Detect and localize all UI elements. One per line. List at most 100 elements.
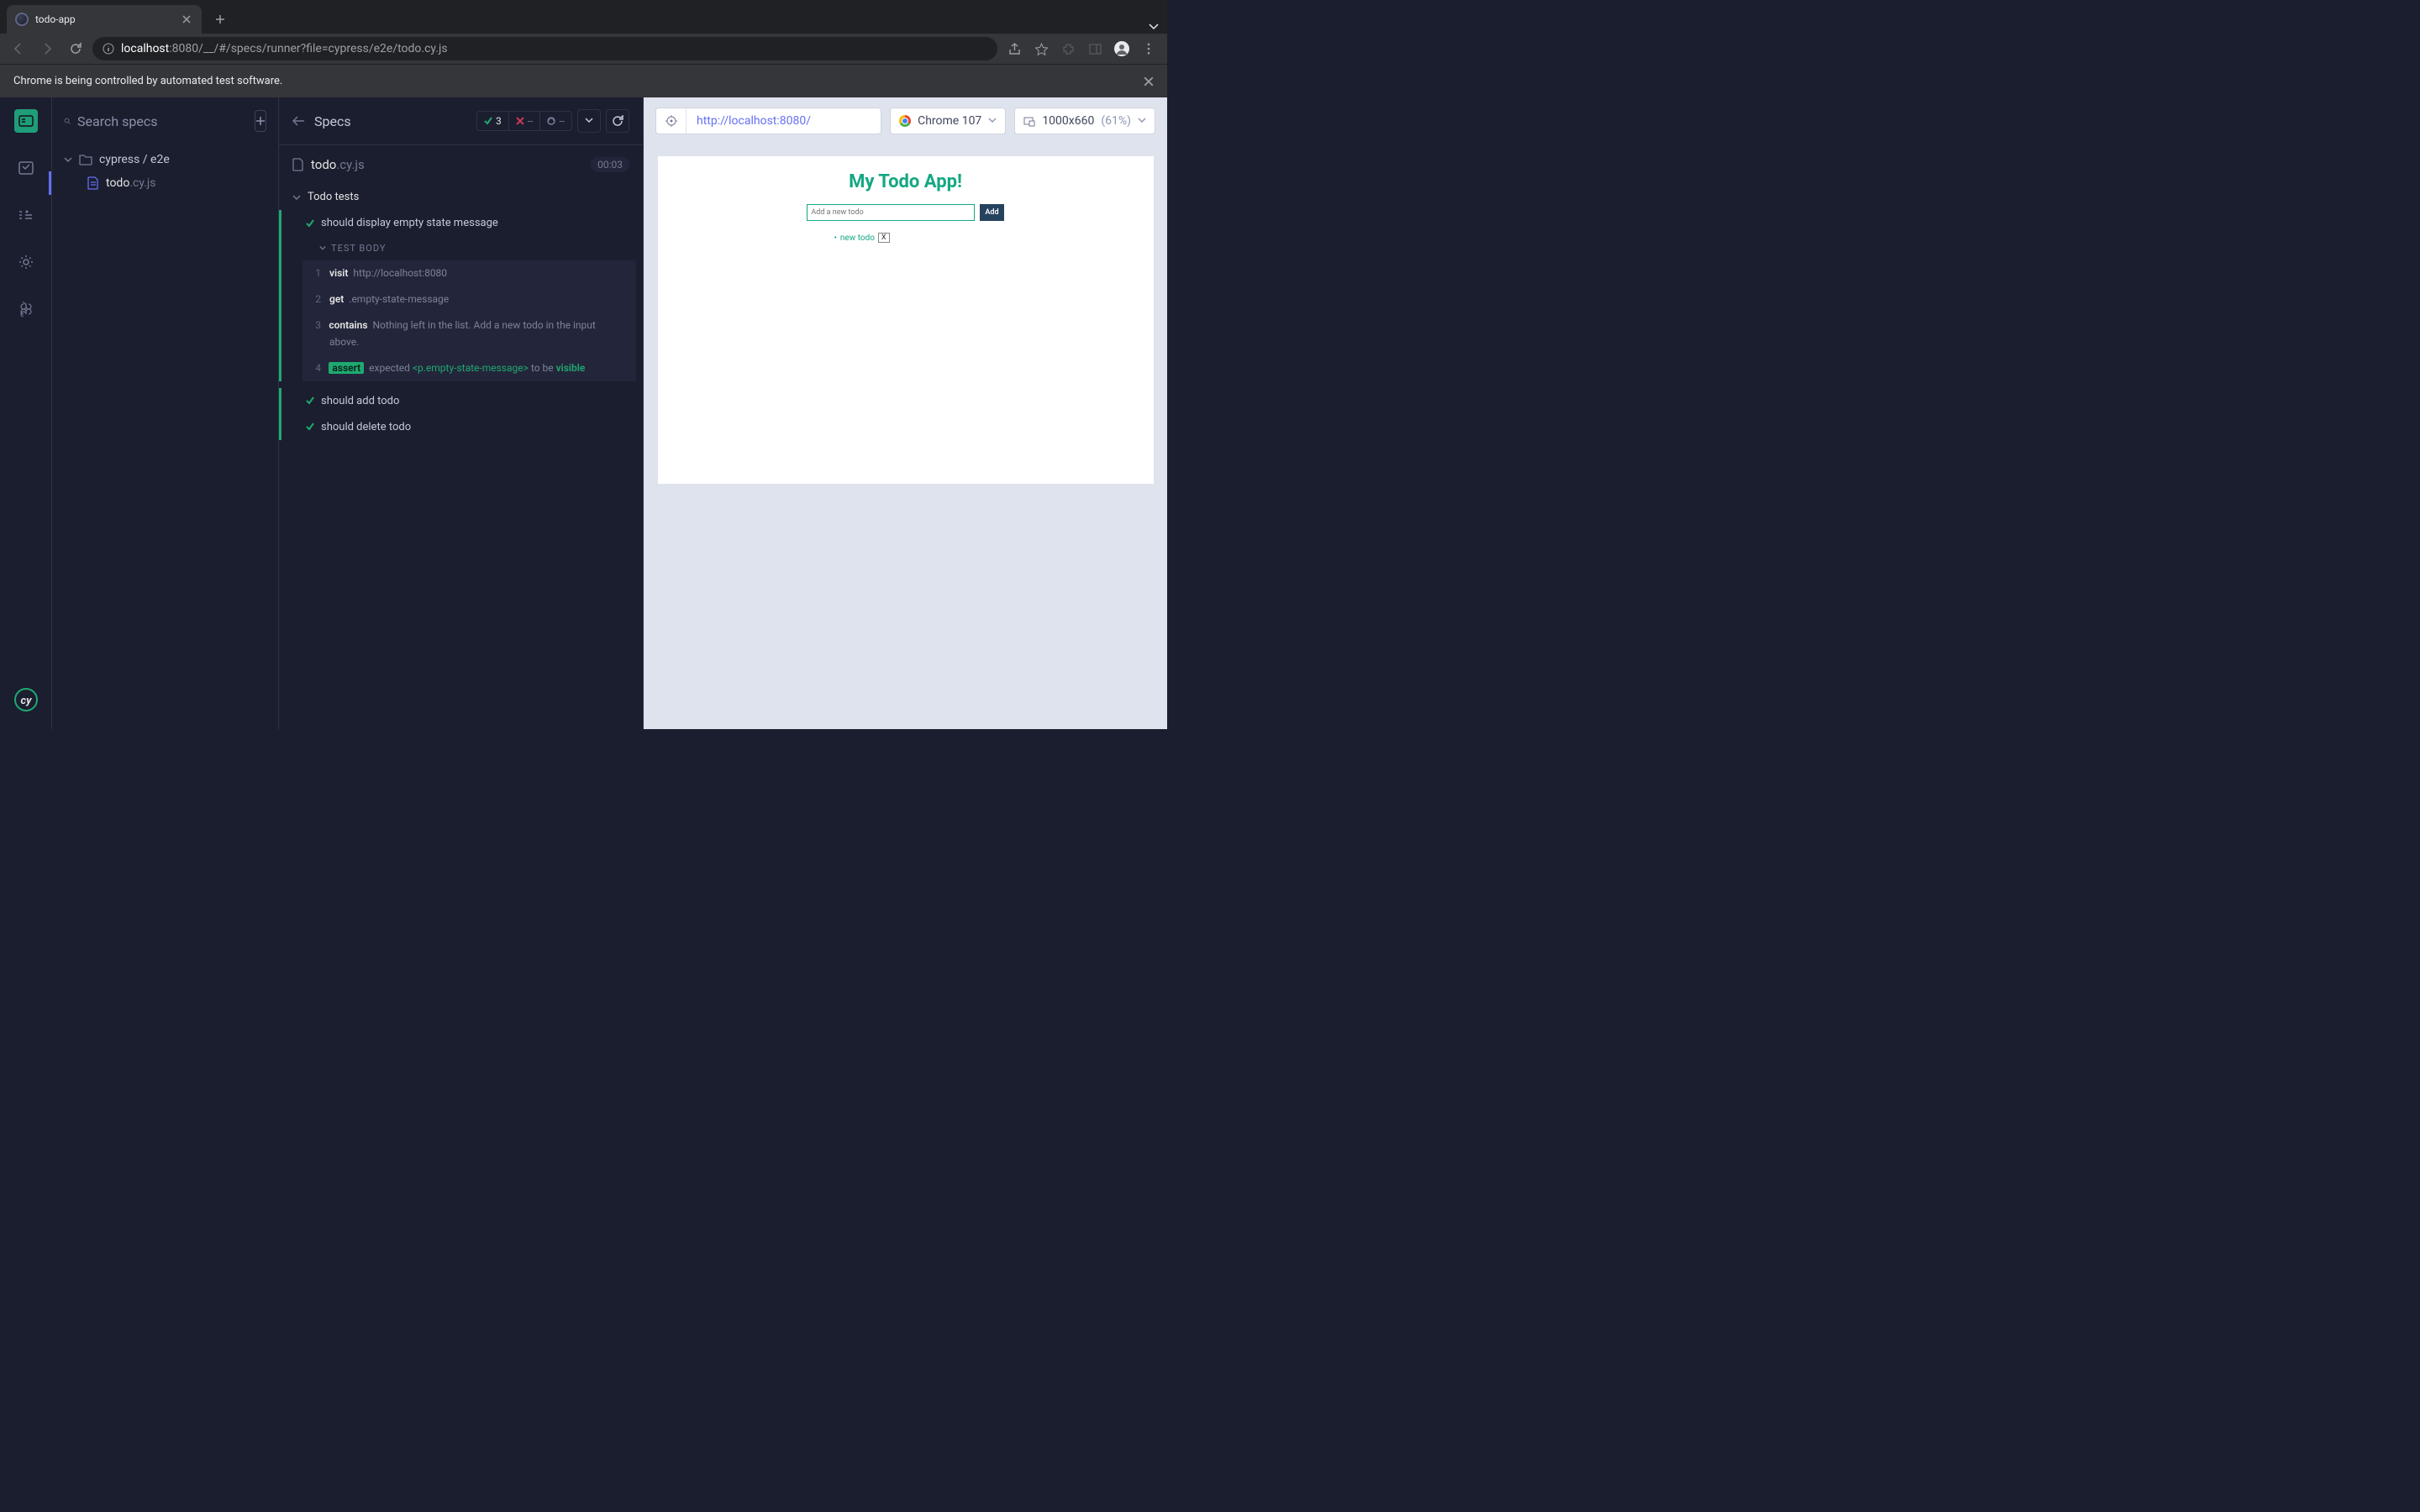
- spec-ext: .cy.js: [336, 157, 364, 172]
- test-title: should delete todo: [321, 421, 411, 433]
- preview-url: http://localhost:8080/: [687, 114, 821, 128]
- tab-title: todo-app: [35, 13, 76, 25]
- menu-icon[interactable]: [1137, 37, 1160, 60]
- folder-label: cypress / e2e: [99, 153, 170, 166]
- runner-stats: 3 -- --: [476, 109, 629, 133]
- chevron-down-icon: [988, 118, 997, 124]
- spec-title-row[interactable]: todo.cy.js 00:03: [279, 144, 643, 184]
- specs-nav-icon[interactable]: [14, 109, 38, 133]
- check-icon: [306, 219, 314, 228]
- command-row[interactable]: 3-contains Nothing left in the list. Add…: [302, 312, 636, 354]
- profile-icon[interactable]: [1110, 37, 1134, 60]
- test-row[interactable]: should add todo: [279, 388, 643, 414]
- settings-nav-icon[interactable]: [14, 250, 38, 274]
- url-port: :8080: [169, 42, 198, 55]
- bookmark-icon[interactable]: [1029, 37, 1053, 60]
- spec-file[interactable]: todo.cy.js: [60, 171, 270, 195]
- cypress-favicon: [15, 13, 29, 26]
- specs-panel: cypress / e2e todo.cy.js: [52, 97, 279, 729]
- chevron-down-icon: [64, 155, 72, 164]
- file-name: todo: [106, 176, 129, 190]
- back-button[interactable]: [7, 37, 30, 60]
- browser-tab[interactable]: todo-app: [7, 5, 202, 34]
- runs-nav-icon[interactable]: [14, 156, 38, 180]
- browser-tab-strip: todo-app: [0, 0, 1167, 34]
- command-log: 1visit http://localhost:8080 2get .empty…: [302, 260, 636, 381]
- test-row[interactable]: should delete todo: [279, 414, 643, 440]
- command-row[interactable]: 2get .empty-state-message: [302, 286, 636, 312]
- keyboard-shortcuts-icon[interactable]: [14, 297, 38, 321]
- runner-panel: Specs 3 -- -- todo.cy.js 00:03 Todo test…: [279, 97, 644, 729]
- close-banner-icon[interactable]: [1144, 76, 1154, 87]
- automation-banner-text: Chrome is being controlled by automated …: [13, 75, 282, 87]
- viewport-scale: (61%): [1101, 114, 1131, 128]
- command-row[interactable]: 4-assert expected <p.empty-state-message…: [302, 355, 636, 381]
- automation-banner: Chrome is being controlled by automated …: [0, 64, 1167, 97]
- chevron-down-icon: [1138, 118, 1146, 124]
- info-icon: [103, 43, 114, 55]
- url-path: /__/#/specs/runner?file=cypress/e2e/todo…: [198, 42, 447, 55]
- cypress-sidebar: cy: [0, 97, 52, 729]
- tests-list: Todo tests should display empty state me…: [279, 184, 643, 440]
- todo-item: new todo X: [834, 233, 1145, 243]
- share-icon[interactable]: [1002, 37, 1026, 60]
- runner-header: Specs 3 -- --: [279, 97, 643, 144]
- spec-tree: cypress / e2e todo.cy.js: [52, 144, 278, 198]
- app-under-test: My Todo App! Add new todo X: [658, 156, 1154, 484]
- chevron-down-icon: [292, 193, 301, 202]
- describe-title: Todo tests: [308, 191, 359, 203]
- back-to-specs-icon[interactable]: [292, 116, 304, 126]
- preview-toolbar: http://localhost:8080/ Chrome 107 1000x6…: [644, 97, 1167, 144]
- search-specs-input[interactable]: [77, 113, 248, 129]
- next-test-button[interactable]: [577, 109, 601, 133]
- test-title: should display empty state message: [321, 217, 498, 229]
- delete-todo-button[interactable]: X: [878, 233, 890, 243]
- browser-toolbar: localhost:8080/__/#/specs/runner?file=cy…: [0, 34, 1167, 64]
- browser-selector[interactable]: Chrome 107: [890, 108, 1006, 134]
- debug-nav-icon[interactable]: [14, 203, 38, 227]
- tab-overflow-icon[interactable]: [1149, 24, 1159, 30]
- todo-input[interactable]: [807, 204, 975, 221]
- selector-playground-icon[interactable]: [656, 108, 687, 134]
- sidepanel-icon[interactable]: [1083, 37, 1107, 60]
- viewport-size: 1000x660: [1042, 114, 1094, 128]
- stat-failed: --: [509, 112, 541, 130]
- address-bar[interactable]: localhost:8080/__/#/specs/runner?file=cy…: [92, 37, 997, 60]
- app-title: My Todo App!: [666, 165, 1145, 204]
- check-icon: [306, 423, 314, 431]
- viewport-selector[interactable]: 1000x660 (61%): [1014, 108, 1155, 134]
- preview-panel: http://localhost:8080/ Chrome 107 1000x6…: [644, 97, 1167, 729]
- search-icon: [64, 114, 71, 128]
- runner-title: Specs: [314, 113, 351, 129]
- command-row[interactable]: 1visit http://localhost:8080: [302, 260, 636, 286]
- new-spec-button[interactable]: [255, 110, 266, 132]
- forward-button[interactable]: [35, 37, 59, 60]
- specs-header: [52, 97, 278, 144]
- file-ext: .cy.js: [129, 176, 155, 190]
- rerun-button[interactable]: [606, 109, 629, 133]
- test-body-label: TEST BODY: [279, 236, 643, 260]
- folder-icon: [79, 154, 92, 165]
- close-tab-icon[interactable]: [180, 13, 193, 26]
- spec-folder[interactable]: cypress / e2e: [60, 148, 270, 171]
- spec-name: todo: [311, 157, 336, 172]
- test-title: should add todo: [321, 395, 399, 407]
- extensions-icon[interactable]: [1056, 37, 1080, 60]
- new-tab-button[interactable]: [208, 8, 232, 31]
- file-icon: [292, 158, 304, 171]
- viewport-icon: [1023, 115, 1035, 127]
- todo-text: new todo: [840, 234, 875, 243]
- reload-button[interactable]: [64, 37, 87, 60]
- spec-duration: 00:03: [591, 157, 629, 172]
- preview-url-bar[interactable]: http://localhost:8080/: [655, 108, 881, 134]
- test-row[interactable]: should display empty state message: [279, 210, 643, 236]
- browser-name: Chrome 107: [918, 114, 981, 128]
- stat-passed: 3: [477, 112, 509, 130]
- check-icon: [306, 396, 314, 405]
- stat-pending: --: [540, 112, 571, 130]
- chrome-icon: [899, 115, 911, 127]
- todo-list: new todo X: [666, 221, 1145, 243]
- add-todo-button[interactable]: Add: [980, 204, 1003, 221]
- describe-block[interactable]: Todo tests: [279, 184, 643, 210]
- svg-text:cy: cy: [20, 695, 32, 707]
